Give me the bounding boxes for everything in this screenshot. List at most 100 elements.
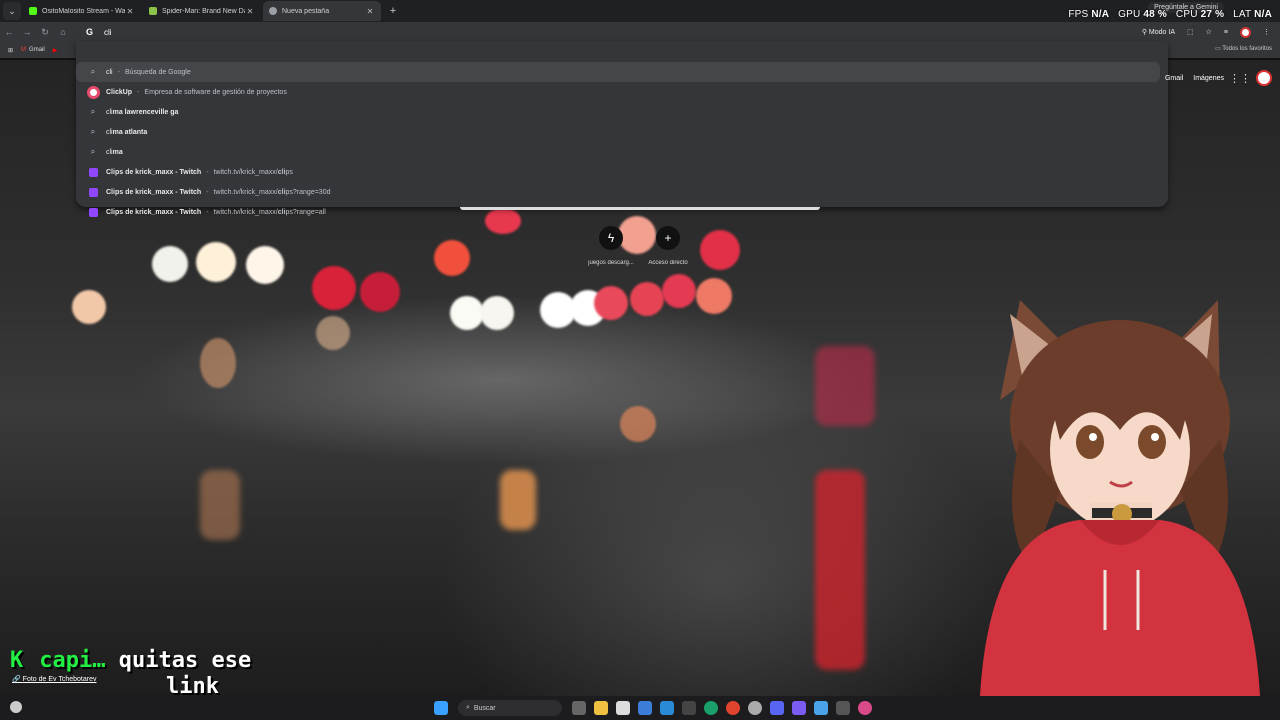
shortcut-juegos[interactable]: ϟ juegos descarg... [581,226,641,266]
close-tab-icon[interactable]: ✕ [125,7,135,16]
bookmark-star-icon[interactable]: ☆ [1206,28,1212,36]
chrome-icon[interactable] [726,701,740,715]
tab-ositomalosito[interactable]: OsitoMalosito Stream - Watch ✕ [23,1,141,21]
vscode-icon[interactable] [814,701,828,715]
shortcut-label: Acceso directo [648,260,688,266]
suggestion-clima[interactable]: ⌕ cli ma [76,142,1168,162]
suggestion-google-search[interactable]: ⌕ cli - Búsqueda de Google [76,62,1160,82]
apps-grid-icon[interactable]: ⊞ [8,47,13,54]
caption-username: capi… [39,648,106,673]
suggestion-twitch-clips[interactable]: Cli ps de krick_maxx - Twitch - twitch.tv… [76,162,1168,182]
suggestion-prefix: cli [106,128,113,136]
gmail-link[interactable]: Gmail [1165,75,1183,82]
photo-credit-link[interactable]: 🔗 Foto de Ev Tchebotarev [12,675,96,683]
twitch-icon [86,185,100,199]
suggestion-sep: - [206,168,209,176]
suggestion-url-match: cli [277,168,286,176]
close-tab-icon[interactable]: ✕ [365,7,375,16]
app-icon[interactable] [770,701,784,715]
edge-icon[interactable] [704,701,718,715]
widgets-icon[interactable] [616,701,630,715]
suggestion-completion: ma lawrenceville ga [112,108,179,116]
tab-title: Nueva pestaña [282,7,330,15]
google-header: Gmail Imágenes ⋮⋮ [1165,70,1272,86]
suggestion-sep: - [206,208,209,216]
omnibox[interactable]: G cli [80,22,1170,42]
forward-arrow-icon[interactable]: → [18,27,36,37]
file-explorer-icon[interactable] [594,701,608,715]
google-apps-icon[interactable]: ⋮⋮ [1229,72,1251,85]
discord-icon[interactable] [792,701,806,715]
suggestion-twitch-clips-30d[interactable]: Cli ps de krick_maxx - Twitch - twitch.tv… [76,182,1168,202]
tab-nueva-pestana[interactable]: Nueva pestaña ✕ [263,1,381,21]
chrome-favicon-icon [269,7,277,15]
obs-icon[interactable] [858,701,872,715]
google-account-avatar[interactable] [1256,70,1272,86]
suggestion-clima-atlanta[interactable]: ⌕ cli ma atlanta [76,122,1168,142]
search-icon: ⌕ [90,107,96,116]
omnibox-suggestions: ⌕ cli - Búsqueda de Google ClickUp - Emp… [76,41,1168,217]
cpu-label: CPU [1175,9,1198,20]
screen: ⌄ OsitoMalosito Stream - Watch ✕ Spider-… [0,0,1280,720]
twitch-icon [86,205,100,219]
play-favicon-icon [149,7,157,15]
close-tab-icon[interactable]: ✕ [245,7,255,16]
search-icon: ⌕ [90,127,96,136]
omnibox-input[interactable]: cli [104,28,112,37]
fps-label: FPS [1068,9,1089,20]
youtube-icon[interactable]: ▶ [53,47,58,54]
task-view-icon[interactable] [572,701,586,715]
app-icon[interactable] [682,701,696,715]
taskbar-search[interactable]: ⌕ Buscar [458,700,562,716]
suggestion-completion: ma [112,148,123,156]
start-button-icon[interactable] [434,701,448,715]
back-arrow-icon[interactable]: ← [0,27,18,37]
photos-icon[interactable] [638,701,652,715]
suggestion-url: twitch.tv/krick_maxx/ [213,208,278,216]
images-link[interactable]: Imágenes [1193,75,1224,82]
caption-line1: quitas ese [118,648,252,673]
mail-icon[interactable] [660,701,674,715]
app-icon[interactable] [836,701,850,715]
weather-widget-icon[interactable] [10,701,22,713]
all-favorites-folder[interactable]: ▭ Todos los favoritos [1215,45,1272,52]
github-icon[interactable] [748,701,762,715]
suggestion-prefix: cli [106,148,113,156]
cpu-value: 27 % [1200,9,1225,20]
suggestion-text: ps de krick_maxx - Twitch [114,168,202,176]
taskbar-search-label: Buscar [473,704,496,712]
google-g-icon: G [86,27,94,37]
tab-spiderman[interactable]: Spider-Man: Brand New Day e ✕ [143,1,261,21]
suggestion-text: cli [106,68,113,76]
tab-search-icon[interactable]: ⌄ [3,2,21,20]
suggestion-url-rest: ps?range=30d [285,188,331,196]
shortcut-label: juegos descarg... [588,260,634,266]
windows-taskbar: ⌕ Buscar [0,696,1280,720]
bookmark-gmail[interactable]: M Gmail [21,47,45,53]
twitch-icon [86,165,100,179]
suggestion-match: Cli [106,208,115,216]
new-tab-plus-icon[interactable]: + [385,5,401,17]
suggestion-url-rest: ps [285,168,293,176]
media-icon[interactable]: ≡ [1224,29,1228,36]
tab-title: OsitoMalosito Stream - Watch [42,7,125,15]
shortcut-add[interactable]: + Acceso directo [638,226,698,266]
clickup-icon [86,85,100,99]
suggestion-url-match: cli [277,188,286,196]
home-icon[interactable]: ⌂ [54,27,72,37]
plus-icon: + [656,226,680,250]
profile-avatar[interactable] [1240,26,1251,38]
fps-value: N/A [1091,9,1110,20]
suggestion-url: twitch.tv/krick_maxx/ [213,188,278,196]
tab-title: Spider-Man: Brand New Day e [162,7,245,15]
search-box-edge [460,207,820,210]
extensions-icon[interactable]: ⬚ [1187,28,1194,36]
menu-kebab-icon[interactable]: ⋮ [1263,28,1270,36]
suggestion-text: ClickUp [106,88,133,96]
kick-logo-icon: K [10,648,24,673]
suggestion-detail: Búsqueda de Google [124,68,191,76]
reload-icon[interactable]: ↻ [36,27,54,38]
suggestion-clickup[interactable]: ClickUp - Empresa de software de gestión… [76,82,1168,102]
suggestion-clima-lawrenceville[interactable]: ⌕ cli ma lawrenceville ga [76,102,1168,122]
suggestion-twitch-clips-all[interactable]: Cli ps de krick_maxx - Twitch - twitch.tv… [76,202,1168,222]
